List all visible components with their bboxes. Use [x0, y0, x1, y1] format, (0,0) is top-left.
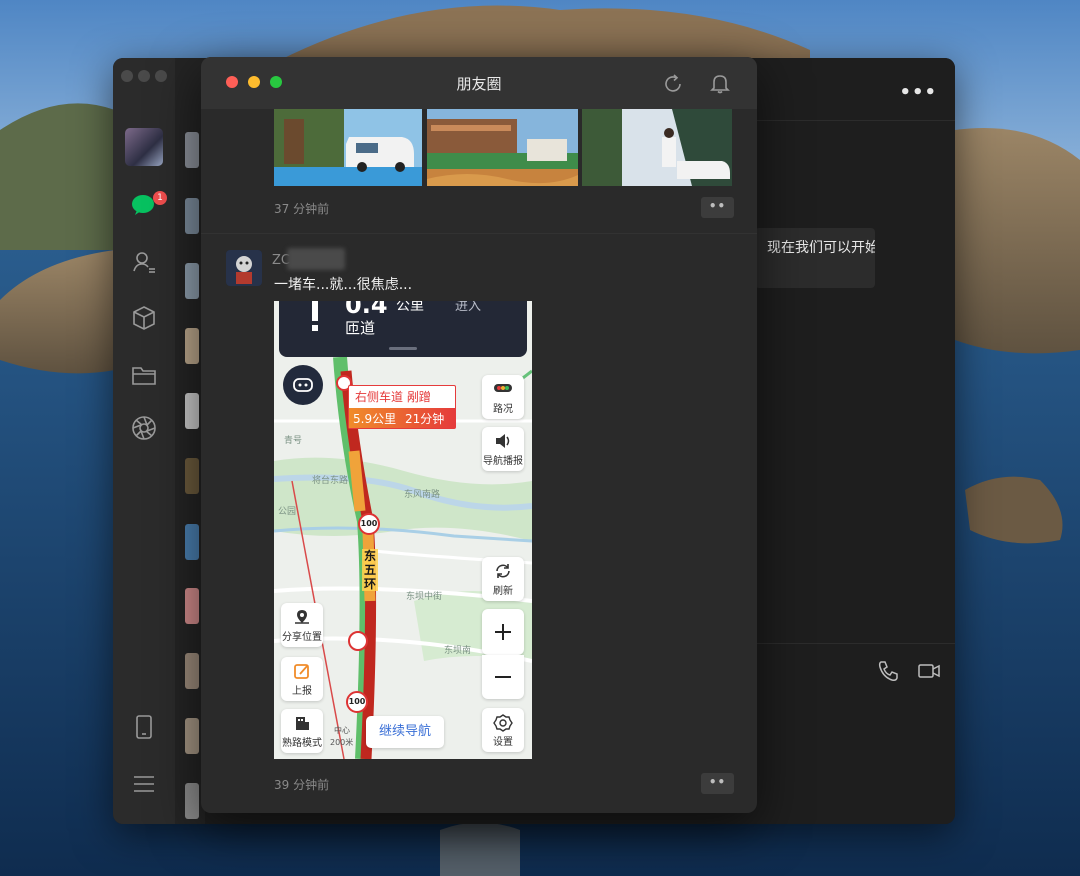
map-place-label: 东风南路 — [404, 490, 441, 500]
list-item[interactable] — [185, 458, 199, 494]
moments-icon[interactable] — [131, 415, 157, 441]
report-button[interactable]: 上报 — [281, 657, 323, 701]
post-timestamp: 37 分钟前 — [274, 202, 330, 216]
message-bubble[interactable]: 现在我们可以开始 — [755, 228, 875, 288]
speed-limit-sign: 100 — [346, 691, 368, 713]
video-call-icon[interactable] — [917, 660, 941, 682]
post-photo-camper-forest[interactable] — [274, 109, 422, 186]
divider — [201, 233, 757, 234]
unread-badge: 1 — [153, 191, 167, 205]
avatar[interactable] — [125, 128, 163, 166]
post-actions-button[interactable]: •• — [701, 773, 734, 794]
map-refresh-label: 刷新 — [493, 586, 513, 597]
menu-icon[interactable] — [131, 771, 157, 797]
more-options-button[interactable]: ••• — [899, 82, 937, 103]
settings-label: 设置 — [493, 737, 513, 748]
share-location-button[interactable]: 分享位置 — [281, 603, 323, 647]
list-item[interactable] — [185, 524, 199, 560]
map-place-label: 公园 — [278, 507, 297, 517]
refresh-icon[interactable] — [662, 73, 684, 95]
route-tip-summary: 5.9公里 21分钟 — [349, 408, 455, 428]
map-place-label: 将台东路 — [312, 476, 349, 486]
list-item[interactable] — [185, 263, 199, 299]
route-tip-time: 21分钟 — [405, 412, 445, 426]
map-place-label: 青号 — [284, 436, 303, 446]
speaker-icon — [496, 434, 510, 448]
post-text: 一堵车...就...很焦虑... — [274, 277, 413, 293]
refresh-icon — [496, 564, 510, 578]
list-item[interactable] — [185, 783, 199, 819]
list-item[interactable] — [185, 718, 199, 754]
notification-bell-icon[interactable] — [709, 72, 731, 94]
familiar-route-button[interactable]: 熟路模式 — [281, 709, 323, 753]
window-close-button-inactive[interactable] — [121, 70, 133, 82]
report-label: 上报 — [292, 686, 312, 697]
familiar-route-label: 熟路模式 — [282, 738, 322, 749]
straight-arrow-icon — [312, 301, 318, 331]
map-place-label: 东坝南 — [444, 646, 472, 656]
post-photo-resort[interactable] — [427, 109, 578, 186]
list-item[interactable] — [185, 393, 199, 429]
redacted-name-mask — [287, 248, 345, 270]
main-sidebar: 1 — [113, 58, 175, 824]
voice-assistant-button[interactable] — [283, 365, 323, 405]
zoom-in-button[interactable] — [482, 609, 524, 655]
voice-call-icon[interactable] — [877, 660, 899, 682]
map-refresh-button[interactable]: 刷新 — [482, 557, 524, 601]
map-scale: 中心 200米 — [330, 726, 354, 748]
map-scale-center: 中心 — [334, 726, 350, 735]
phone-icon[interactable] — [131, 714, 157, 740]
minus-icon — [495, 676, 511, 678]
drag-handle[interactable] — [389, 347, 417, 350]
list-item[interactable] — [185, 328, 199, 364]
road-name-label: 东五环 — [362, 549, 378, 591]
map-place-label: 东坝中街 — [406, 592, 443, 602]
speed-limit-sign: 100 — [358, 513, 380, 535]
building-icon — [296, 717, 309, 730]
voice-broadcast-label: 导航播报 — [483, 456, 523, 467]
nav-road-name: 匝道 — [345, 319, 376, 337]
route-tip-text: 右侧车道 剐蹭 — [355, 390, 431, 404]
nav-action: 进入 — [455, 301, 482, 314]
moments-window: 朋友圈 37 分钟前 •• ZC 一堵车...就...很焦虑... 100 10… — [201, 57, 757, 813]
traffic-light-icon — [494, 384, 512, 392]
traffic-button[interactable]: 路况 — [482, 375, 524, 419]
list-item[interactable] — [185, 653, 199, 689]
window-maximize-button-inactive[interactable] — [155, 70, 167, 82]
gear-icon — [493, 714, 513, 732]
window-minimize-button-inactive[interactable] — [138, 70, 150, 82]
list-item[interactable] — [185, 198, 199, 234]
voice-broadcast-button[interactable]: 导航播报 — [482, 427, 524, 471]
avatar[interactable] — [226, 250, 262, 286]
share-location-label: 分享位置 — [282, 632, 322, 643]
list-item[interactable] — [185, 132, 199, 168]
route-tip[interactable]: 右侧车道 剐蹭 5.9公里 21分钟 — [348, 385, 456, 429]
map-scale-value: 200米 — [330, 738, 354, 747]
post-photo-navigation-map[interactable]: 100 100 青号 将台东路 公园 东风南路 东坝中街 东坝南 东五环 0.4… — [274, 301, 532, 759]
traffic-button-label: 路况 — [493, 404, 513, 415]
list-item[interactable] — [185, 588, 199, 624]
folder-icon[interactable] — [131, 362, 157, 388]
settings-button[interactable]: 设置 — [482, 708, 524, 752]
plus-icon — [495, 624, 511, 640]
edit-icon — [294, 664, 309, 679]
title-bar: 朋友圈 — [201, 57, 757, 109]
post-actions-button[interactable]: •• — [701, 197, 734, 218]
robot-icon — [293, 378, 313, 392]
post-timestamp: 39 分钟前 — [274, 778, 330, 792]
navigation-banner: 0.4 公里 进入 匝道 — [279, 301, 527, 357]
avatar-image — [226, 250, 262, 286]
continue-navigation-button[interactable]: 继续导航 — [366, 716, 444, 748]
post-photo-waterfall[interactable] — [582, 109, 732, 186]
contacts-icon[interactable] — [131, 249, 157, 275]
route-tip-distance: 5.9公里 — [353, 412, 397, 426]
zoom-out-button[interactable] — [482, 655, 524, 699]
nav-distance-unit: 公里 — [396, 301, 424, 314]
location-pin-icon — [295, 610, 309, 624]
favorites-icon[interactable] — [131, 305, 157, 331]
